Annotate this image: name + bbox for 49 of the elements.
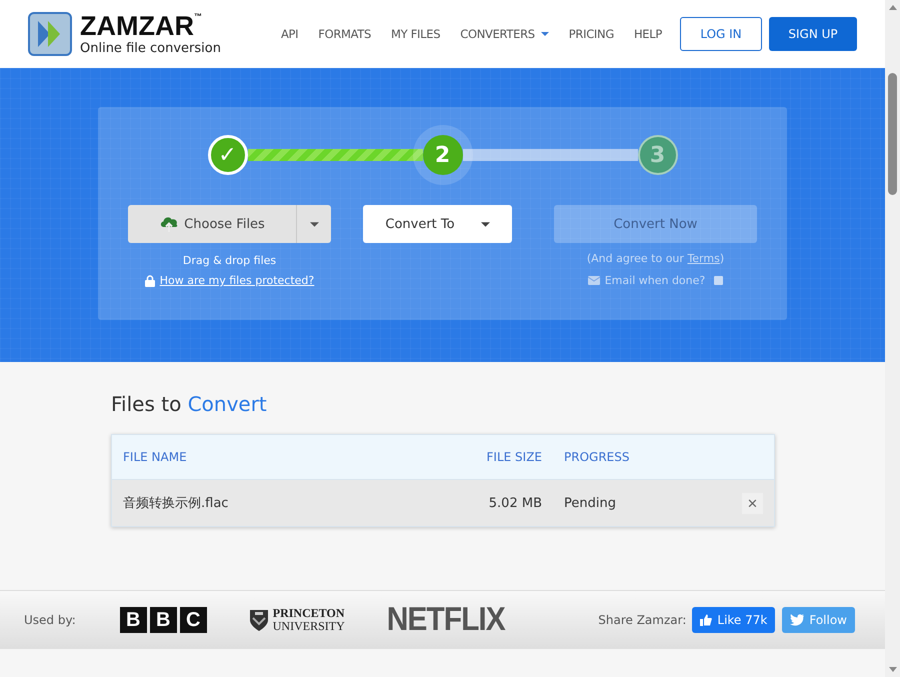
bird-icon [790,614,804,626]
scrollbar-thumb[interactable] [888,73,897,195]
caret-icon [480,222,490,226]
scroll-down-icon[interactable] [888,667,896,672]
nav-link[interactable]: FORMATS [318,27,372,41]
like-button[interactable]: Like 77k [692,607,776,633]
nav-link[interactable]: CONVERTERS [460,27,549,41]
column-header: FILE NAME [122,450,188,464]
caret-icon [310,222,318,226]
step-indicator: ✓ [208,135,248,175]
thumbs-up-icon [700,614,712,626]
princeton-logo-text: UNIVERSITY [272,620,345,634]
nav-link[interactable]: API [280,27,298,41]
choose-files-button[interactable]: Choose Files [128,205,296,243]
section-title: Files to Convert [111,392,268,416]
bbc-logo-letter: C [180,607,207,633]
nav-link[interactable]: PRICING [568,27,614,41]
shield-icon [248,608,269,632]
column-header: PROGRESS [563,450,630,464]
used-by-label: Used by: [24,613,76,627]
cloud-upload-icon [159,215,180,233]
file-name-cell-text: 音频转换示例.flac [122,495,230,512]
bbc-logo-letter: B [150,607,177,633]
column-header: FILE SIZE [486,450,542,464]
terms-note: (And agree to our Terms) [586,252,724,265]
logo-icon [28,12,72,56]
share-label: Share Zamzar: [598,613,686,627]
convert-to-dropdown[interactable]: Convert To [363,205,512,243]
drag-drop-hint: Drag & drop files [182,254,276,267]
remove-button[interactable]: × [742,492,763,514]
progress-cell-text: Pending [563,496,617,510]
nav-link[interactable]: MY FILES [391,27,440,41]
princeton-logo-text: PRINCETON [272,606,345,620]
lock-icon [144,274,155,286]
step-indicator: 2 [422,135,462,175]
step-indicator: 3 [638,135,678,175]
signup-button[interactable]: SIGN UP [769,17,857,51]
login-button[interactable]: LOG IN [680,17,762,51]
file-size-cell-text: 5.02 MB [488,496,542,510]
bbc-logo-letter: B [120,607,147,633]
envelope-icon [588,276,600,285]
scrollbar[interactable] [885,0,900,677]
netflix-logo-text: NETFLIX [386,601,505,639]
email-label: Email when done? [604,274,706,287]
nav-link[interactable]: HELP [634,27,662,41]
caret-icon [540,32,549,36]
scroll-up-icon[interactable] [888,5,896,10]
brand-tagline: Online file conversion [80,42,221,55]
brand-name: ZAMZAR$^{™}$ [80,13,203,40]
